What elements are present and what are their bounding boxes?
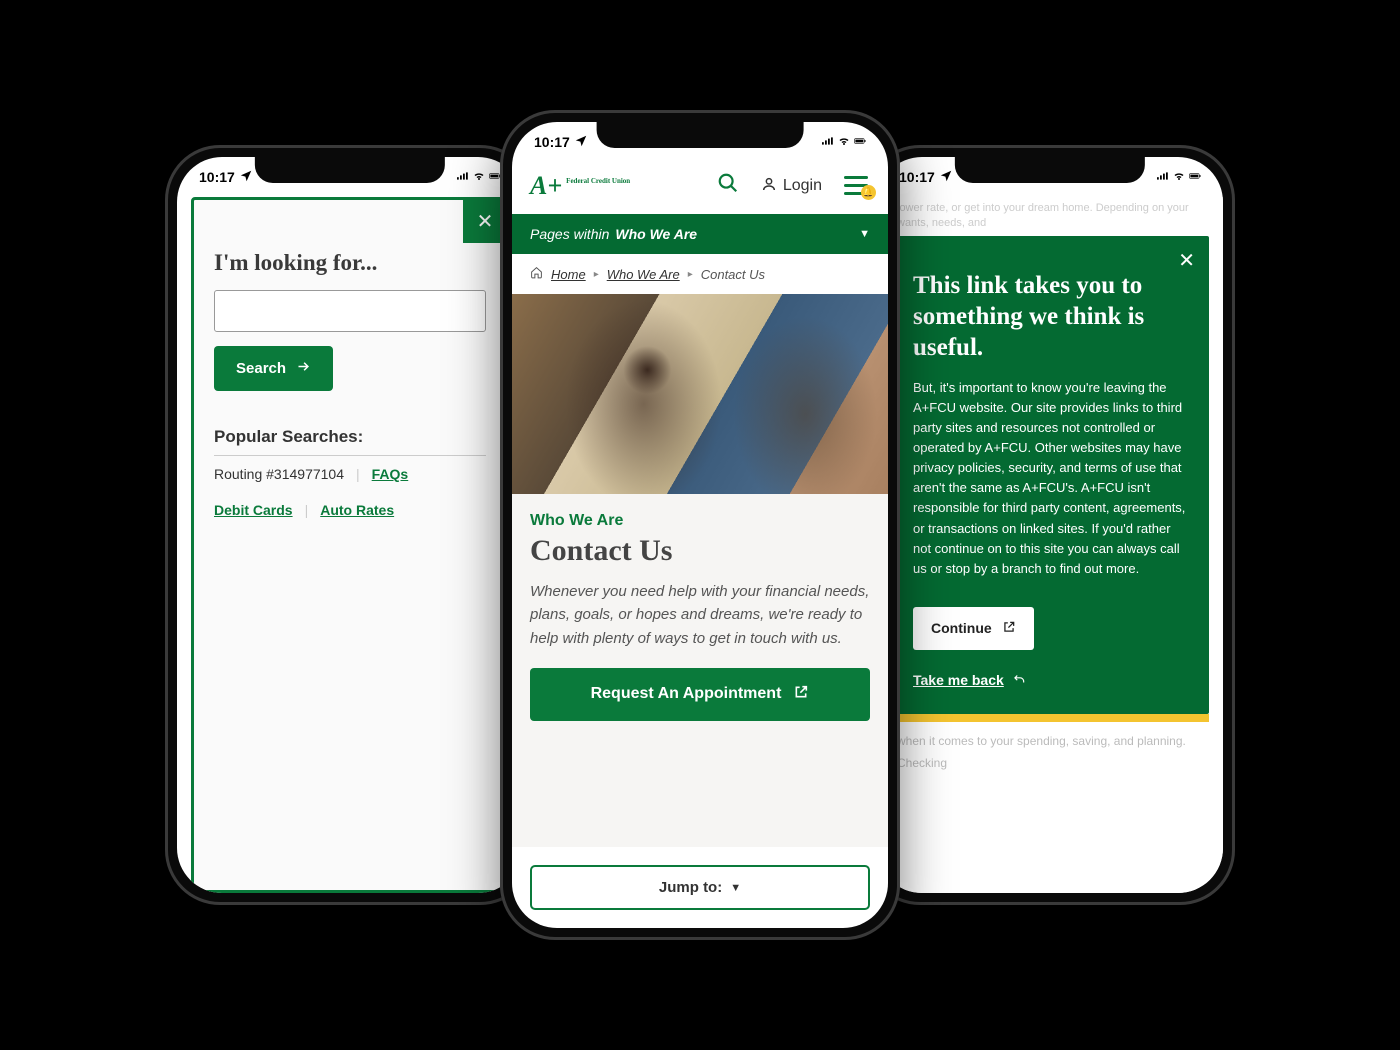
search-button-label: Search [236, 360, 286, 377]
app-header: A+ Federal Credit Union Login [512, 162, 888, 214]
separator: | [356, 466, 360, 482]
home-icon [530, 266, 543, 282]
location-arrow-icon [574, 134, 588, 151]
login-label: Login [783, 177, 822, 195]
close-icon: ✕ [1178, 250, 1195, 272]
background-text: lower rate, or get into your dream home.… [891, 197, 1209, 236]
chevron-right-icon: ▸ [594, 269, 599, 280]
subnav-prefix: Pages within [530, 226, 609, 242]
logo-text: A+ [530, 174, 562, 197]
crumb-section[interactable]: Who We Are [607, 267, 680, 282]
status-time: 10:17 [199, 169, 235, 185]
search-icon[interactable] [717, 172, 739, 200]
take-me-back-label: Take me back [913, 672, 1004, 688]
crumb-current: Contact Us [701, 267, 765, 282]
jump-label: Jump to: [659, 879, 722, 896]
external-link-icon [1002, 620, 1016, 637]
continue-button[interactable]: Continue [913, 607, 1034, 650]
page-title: Contact Us [530, 534, 870, 568]
signal-icon [457, 170, 469, 185]
wifi-icon [1173, 170, 1185, 185]
bell-icon: 🔔 [861, 185, 876, 200]
phone-right: 10:17 lower rate, or get into your dream… [865, 145, 1235, 905]
cta-label: Request An Appointment [591, 685, 782, 703]
search-heading: I'm looking for... [214, 250, 486, 276]
breadcrumb: Home ▸ Who We Are ▸ Contact Us [512, 254, 888, 294]
user-icon [761, 176, 777, 197]
accent-strip [891, 714, 1209, 722]
subnav-section: Who We Are [615, 226, 697, 242]
battery-icon [1189, 170, 1201, 185]
phone-left: 10:17 [165, 145, 535, 905]
login-button[interactable]: Login [761, 176, 822, 197]
location-arrow-icon [939, 169, 953, 186]
separator: | [305, 502, 309, 518]
menu-button[interactable]: 🔔 [844, 176, 870, 196]
external-link-icon [793, 684, 809, 705]
status-time: 10:17 [899, 169, 935, 185]
search-button[interactable]: Search [214, 346, 333, 391]
wifi-icon [838, 135, 850, 150]
chevron-down-icon: ▼ [859, 228, 870, 240]
request-appointment-button[interactable]: Request An Appointment [530, 668, 870, 721]
popular-link-auto[interactable]: Auto Rates [320, 502, 394, 518]
signal-icon [822, 135, 834, 150]
popular-link-faqs[interactable]: FAQs [372, 466, 409, 482]
external-link-modal: ✕ This link takes you to something we th… [891, 236, 1209, 715]
search-modal: ✕ I'm looking for... Search Popular Sear… [191, 197, 509, 893]
signal-icon [1157, 170, 1169, 185]
battery-icon [854, 135, 866, 150]
logo[interactable]: A+ Federal Credit Union [530, 174, 630, 197]
chevron-right-icon: ▸ [688, 269, 693, 280]
chevron-down-icon: ▼ [730, 882, 741, 894]
popular-link-debit[interactable]: Debit Cards [214, 502, 293, 518]
popular-searches-title: Popular Searches: [214, 427, 486, 456]
arrow-right-icon [296, 359, 311, 378]
modal-heading: This link takes you to something we thin… [913, 270, 1187, 364]
lead-paragraph: Whenever you need help with your financi… [530, 580, 870, 650]
search-input[interactable] [214, 290, 486, 332]
subnav-dropdown[interactable]: Pages within Who We Are ▼ [512, 214, 888, 254]
take-me-back-link[interactable]: Take me back [913, 672, 1026, 689]
status-time: 10:17 [534, 134, 570, 150]
phone-center: 10:17 A+ Federal Credit Union [500, 110, 900, 940]
modal-close-button[interactable]: ✕ [1178, 248, 1195, 273]
crumb-home[interactable]: Home [551, 267, 586, 282]
background-list-item: Checking [891, 752, 1209, 774]
overline: Who We Are [530, 512, 870, 530]
jump-to-dropdown[interactable]: Jump to: ▼ [530, 865, 870, 910]
close-icon: ✕ [477, 209, 494, 234]
continue-button-label: Continue [931, 620, 992, 636]
hero-image [512, 294, 888, 494]
modal-body: But, it's important to know you're leavi… [913, 378, 1187, 579]
background-text: when it comes to your spending, saving, … [891, 722, 1209, 752]
undo-icon [1012, 672, 1026, 689]
logo-subtext: Federal Credit Union [566, 178, 630, 185]
wifi-icon [473, 170, 485, 185]
popular-link-routing[interactable]: Routing #314977104 [214, 466, 344, 482]
location-arrow-icon [239, 169, 253, 186]
